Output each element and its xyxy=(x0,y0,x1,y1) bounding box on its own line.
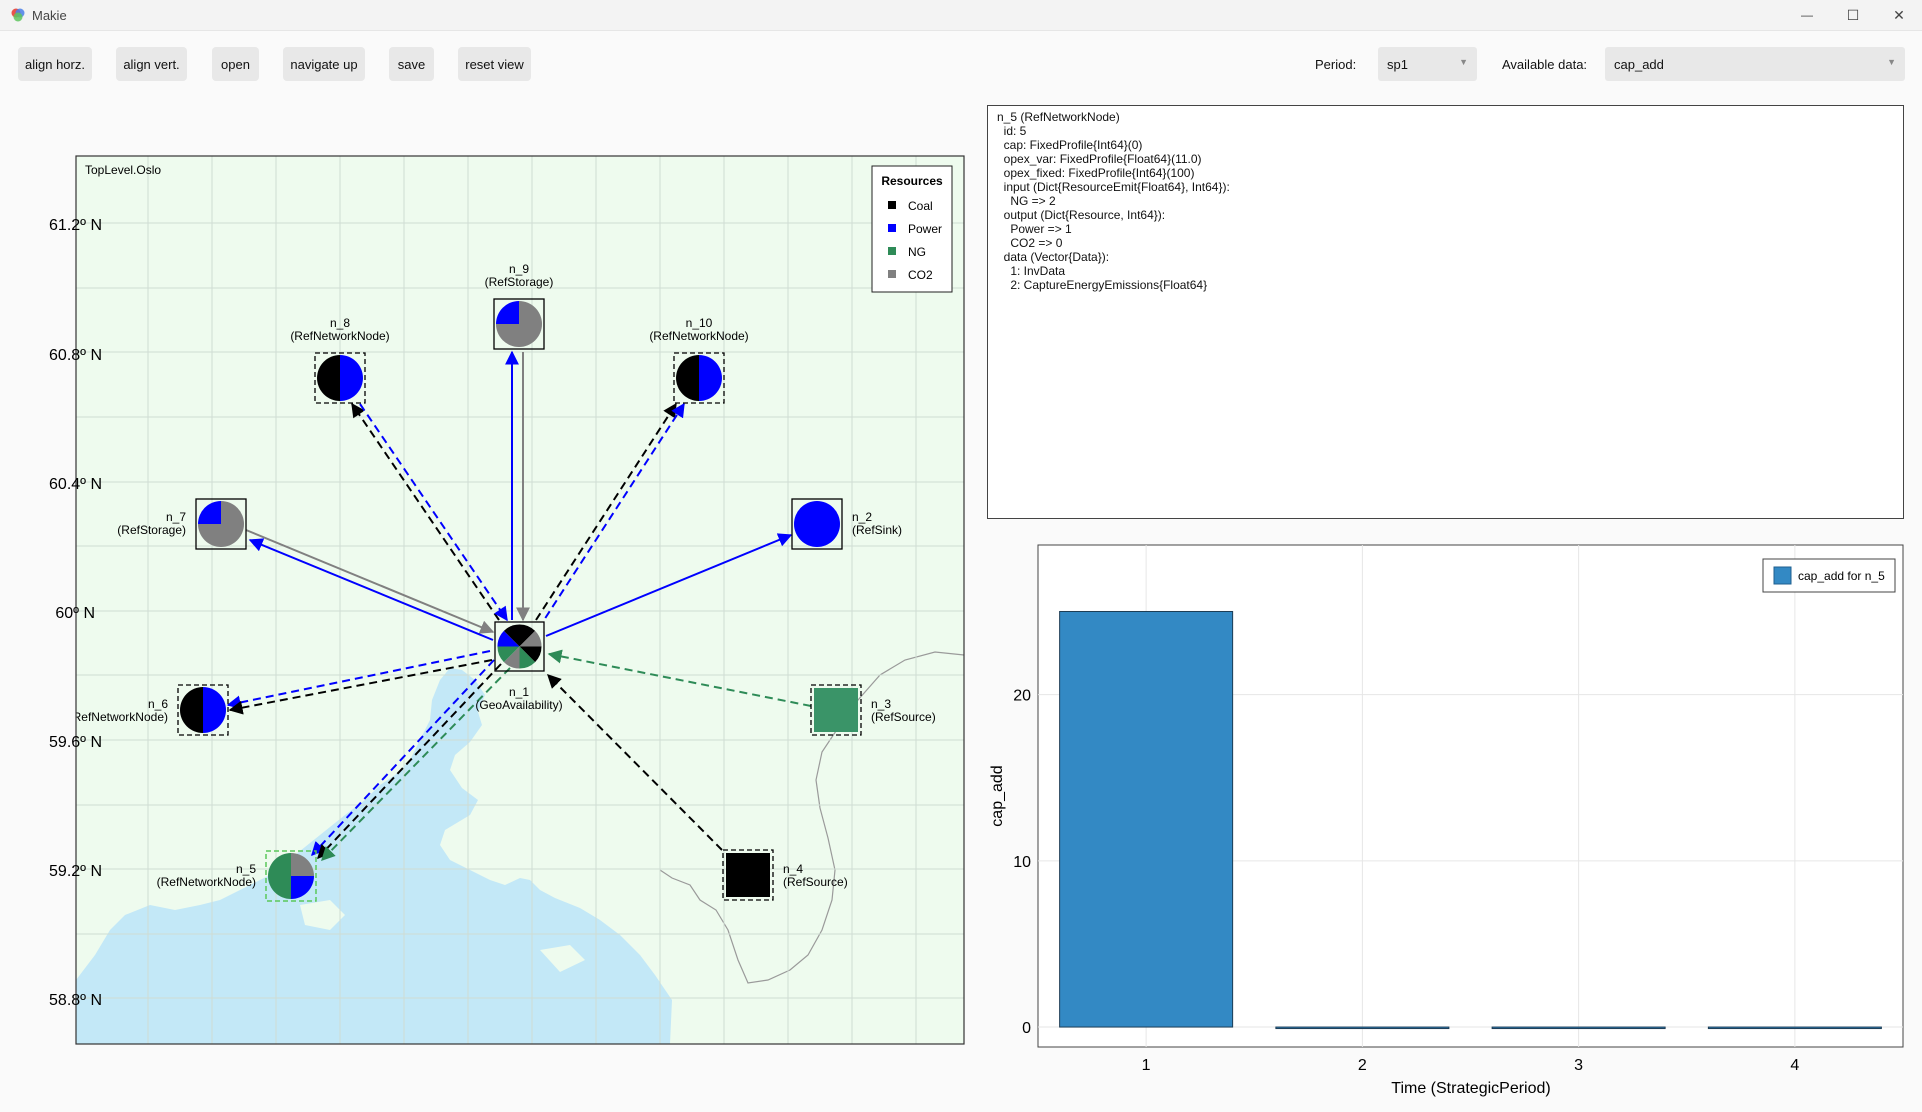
period-dropdown[interactable]: sp1 ▼ xyxy=(1378,47,1477,81)
legend-swatch-coal xyxy=(888,201,896,209)
legend-swatch-co2 xyxy=(888,270,896,278)
x-tick-label: 3 xyxy=(1574,1057,1583,1074)
x-tick-label: 4 xyxy=(1790,1057,1799,1074)
lat-label: 60º N xyxy=(55,605,95,622)
y-axis-label: cap_add xyxy=(989,765,1006,826)
node-info-text: n_5 (RefNetworkNode) id: 5 cap: FixedPro… xyxy=(997,110,1230,292)
node-n6-name: n_6 xyxy=(148,697,168,711)
map-title: TopLevel.Oslo xyxy=(85,163,161,177)
node-n4-name: n_4 xyxy=(783,862,803,876)
node-n3-name: n_3 xyxy=(871,697,891,711)
period-label: Period: xyxy=(1315,57,1357,72)
node-n10-name: n_10 xyxy=(686,316,713,330)
minimize-button[interactable]: — xyxy=(1784,0,1830,30)
legend-label: cap_add for n_5 xyxy=(1798,569,1885,583)
chart-legend: cap_add for n_5 xyxy=(1762,558,1896,593)
y-tick-label: 0 xyxy=(1022,1020,1031,1037)
cap-add-chart[interactable]: 0 10 20 1 2 3 4 Time (StrategicPeriod) cap_ad… xyxy=(985,530,1910,1100)
close-button[interactable]: ✕ xyxy=(1876,0,1922,30)
x-axis-label: Time (StrategicPeriod) xyxy=(1391,1080,1550,1097)
node-n5-name: n_5 xyxy=(236,862,256,876)
node-n10-type: (RefNetworkNode) xyxy=(649,329,748,343)
node-n5-type: (RefNetworkNode) xyxy=(157,875,256,889)
legend-title: Resources xyxy=(881,174,943,188)
node-n1-type: (GeoAvailability) xyxy=(475,698,562,712)
minimize-icon: — xyxy=(1801,8,1813,22)
chevron-down-icon: ▼ xyxy=(1459,57,1468,67)
bar-2 xyxy=(1275,1026,1450,1030)
maximize-icon: ☐ xyxy=(1846,6,1860,23)
node-n3-type: (RefSource) xyxy=(871,710,936,724)
lat-label: 59.2º N xyxy=(49,863,102,880)
legend-label-ng: NG xyxy=(908,245,926,259)
lat-label: 61.2º N xyxy=(49,217,102,234)
available-data-value: cap_add xyxy=(1614,57,1664,72)
node-n9-name: n_9 xyxy=(509,262,529,276)
x-axis: 1 2 3 4 xyxy=(1142,1057,1800,1074)
map-panel[interactable]: n_1 (GeoAvailability) n_2 (RefSink) n_3 … xyxy=(0,0,985,1112)
lat-label: 58.8º N xyxy=(49,992,102,1009)
node-n7-type: (RefStorage) xyxy=(117,523,186,537)
legend-swatch-power xyxy=(888,224,896,232)
node-n3[interactable] xyxy=(810,684,862,736)
node-info-panel: n_5 (RefNetworkNode) id: 5 cap: FixedPro… xyxy=(987,105,1904,519)
node-n8-type: (RefNetworkNode) xyxy=(290,329,389,343)
legend-swatch-ng xyxy=(888,247,896,255)
node-n9-type: (RefStorage) xyxy=(485,275,554,289)
x-tick-label: 2 xyxy=(1358,1057,1367,1074)
legend-label-coal: Coal xyxy=(908,199,933,213)
bar-3 xyxy=(1491,1026,1666,1030)
node-n7-name: n_7 xyxy=(166,510,186,524)
available-data-dropdown[interactable]: cap_add ▼ xyxy=(1605,47,1905,81)
y-axis: 0 10 20 xyxy=(1013,688,1031,1037)
period-value: sp1 xyxy=(1387,57,1408,72)
chevron-down-icon: ▼ xyxy=(1887,57,1896,67)
y-tick-label: 10 xyxy=(1013,854,1031,871)
legend-label-power: Power xyxy=(908,222,942,236)
resources-legend: Resources Coal Power NG CO2 xyxy=(871,165,953,293)
lat-label: 60.4º N xyxy=(49,476,102,493)
available-data-label: Available data: xyxy=(1502,57,1588,72)
node-n2-name: n_2 xyxy=(852,510,872,524)
bar-1 xyxy=(1059,610,1234,1028)
node-n4-type: (RefSource) xyxy=(783,875,848,889)
lat-label: 59.6º N xyxy=(49,734,102,751)
bar-4 xyxy=(1707,1026,1882,1030)
x-tick-label: 1 xyxy=(1142,1057,1151,1074)
node-n2-type: (RefSink) xyxy=(852,523,902,537)
node-n8-name: n_8 xyxy=(330,316,350,330)
lat-label: 60.8º N xyxy=(49,347,102,364)
maximize-button[interactable]: ☐ xyxy=(1830,0,1876,30)
close-icon: ✕ xyxy=(1893,6,1905,23)
legend-label-co2: CO2 xyxy=(908,268,933,282)
legend-swatch xyxy=(1773,566,1792,585)
node-n4[interactable] xyxy=(722,849,774,901)
node-n1-name: n_1 xyxy=(509,685,529,699)
node-n6-type: (RefNetworkNode) xyxy=(69,710,168,724)
y-tick-label: 20 xyxy=(1013,688,1031,705)
